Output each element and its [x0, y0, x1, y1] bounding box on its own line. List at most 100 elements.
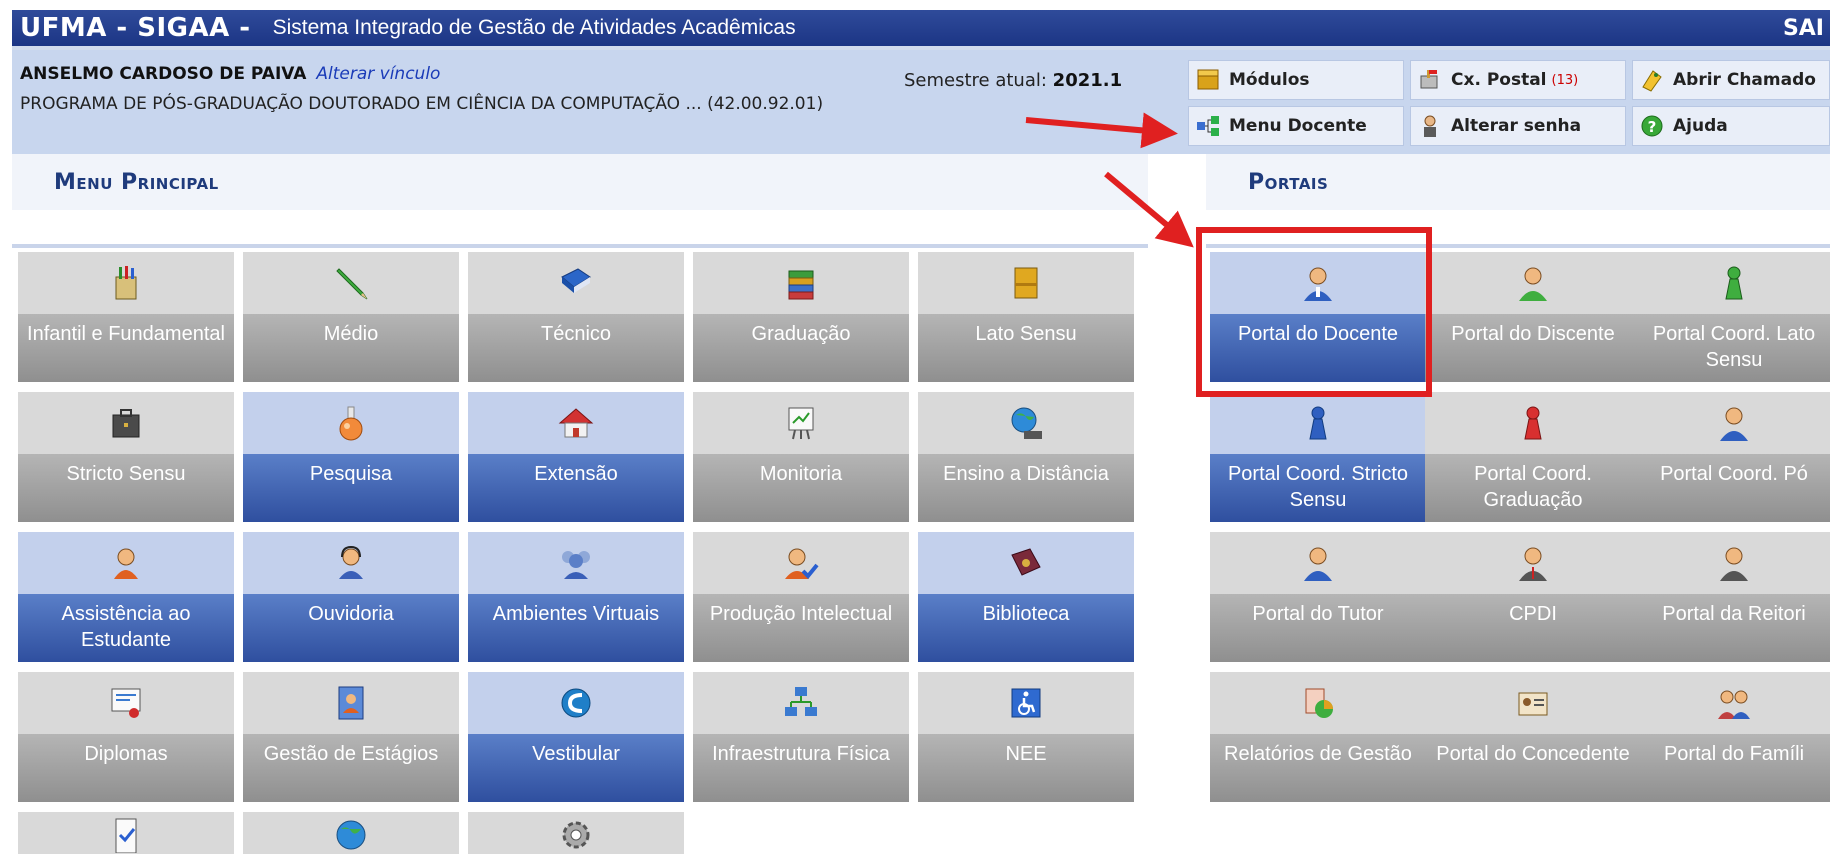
gear-icon: [562, 821, 590, 849]
tile-portal-relatorios[interactable]: Relatórios de Gestão: [1210, 672, 1426, 802]
user-name-line: ANSELMO CARDOSO DE PAIVA Alterar vínculo: [20, 64, 440, 84]
tile-pesquisa[interactable]: Pesquisa: [243, 392, 459, 522]
tile-portal-familia[interactable]: Portal do Famíli: [1638, 672, 1830, 802]
tile-portal-reitoria-label: Portal da Reitori: [1638, 594, 1830, 662]
tile-vestibular[interactable]: Vestibular: [468, 672, 684, 802]
tile-portal-coord-lato[interactable]: Portal Coord. Lato Sensu: [1638, 252, 1830, 382]
document-check-icon: [115, 818, 137, 853]
tile-portal-coord-stricto[interactable]: Portal Coord. Stricto Sensu: [1210, 392, 1426, 522]
tile-portal-familia-label: Portal do Famíli: [1638, 734, 1830, 802]
user-check-icon: [785, 548, 819, 579]
logout-link[interactable]: SAI: [1783, 10, 1830, 41]
tile-lato[interactable]: Lato Sensu: [918, 252, 1134, 382]
user-support-icon: [114, 548, 138, 579]
tile-infantil[interactable]: Infantil e Fundamental: [18, 252, 234, 382]
tile-estagios[interactable]: Gestão de Estágios: [243, 672, 459, 802]
pawn-blue-icon: [1309, 406, 1327, 440]
cx-postal-button[interactable]: Cx. Postal (13): [1410, 60, 1626, 100]
tile-monitoria-label: Monitoria: [693, 454, 909, 522]
tile-biblioteca[interactable]: Biblioteca: [918, 532, 1134, 662]
pawn-green-icon: [1725, 266, 1743, 300]
tile-ambientes[interactable]: Ambientes Virtuais: [468, 532, 684, 662]
tile-portal-tutor-label: Portal do Tutor: [1210, 594, 1426, 662]
reports-icon: [1305, 688, 1333, 718]
tile-infra-label: Infraestrutura Física: [693, 734, 909, 802]
tile-row5-1[interactable]: [18, 812, 234, 854]
user-info-panel: ANSELMO CARDOSO DE PAIVA Alterar vínculo…: [12, 50, 1172, 154]
ajuda-button[interactable]: ? Ajuda: [1632, 106, 1830, 146]
tile-portal-relatorios-label: Relatórios de Gestão: [1210, 734, 1426, 802]
tile-portal-coord-pos[interactable]: Portal Coord. Pó: [1638, 392, 1830, 522]
tile-diplomas[interactable]: Diplomas: [18, 672, 234, 802]
alterar-senha-button[interactable]: Alterar senha: [1410, 106, 1626, 146]
system-subtitle: Sistema Integrado de Gestão de Atividade…: [272, 16, 796, 39]
tile-lato-label: Lato Sensu: [918, 314, 1134, 382]
mail-count-badge: (13): [1551, 72, 1579, 88]
tile-monitoria[interactable]: Monitoria: [693, 392, 909, 522]
change-link[interactable]: Alterar vínculo: [316, 64, 440, 84]
tile-portal-discente-label: Portal do Discente: [1425, 314, 1641, 382]
globe-icon: [336, 820, 366, 850]
tile-portal-coord-grad[interactable]: Portal Coord. Graduação: [1425, 392, 1641, 522]
modulos-button[interactable]: Módulos: [1188, 60, 1404, 100]
tile-estagios-label: Gestão de Estágios: [243, 734, 459, 802]
tutor-icon: [1304, 547, 1332, 581]
menu-divider: [12, 244, 1148, 248]
accessibility-icon: [1011, 688, 1041, 718]
tile-infra[interactable]: Infraestrutura Física: [693, 672, 909, 802]
tile-nee[interactable]: NEE: [918, 672, 1134, 802]
tile-portal-coord-grad-label: Portal Coord. Graduação: [1425, 454, 1641, 522]
notebook-icon: [1014, 267, 1038, 299]
semester-value: 2021.1: [1052, 70, 1123, 91]
tile-infantil-label: Infantil e Fundamental: [18, 314, 234, 382]
brand-title: UFMA - SIGAA -: [20, 13, 251, 43]
tile-portal-cpdi[interactable]: CPDI: [1425, 532, 1641, 662]
presentation-board-icon: [788, 407, 814, 440]
contact-book-icon: [338, 686, 364, 720]
tile-row5-2[interactable]: [243, 812, 459, 854]
pawn-red-icon: [1524, 406, 1542, 440]
id-card-icon: [1518, 692, 1548, 716]
tile-portal-coord-pos-label: Portal Coord. Pó: [1638, 454, 1830, 522]
tile-portal-reitoria[interactable]: Portal da Reitori: [1638, 532, 1830, 662]
highlight-box: [1196, 227, 1432, 397]
tile-portal-discente[interactable]: Portal do Discente: [1425, 252, 1641, 382]
help-icon: ?: [1641, 115, 1663, 137]
tile-portal-coord-stricto-label: Portal Coord. Stricto Sensu: [1210, 454, 1426, 522]
briefcase-icon: [112, 409, 140, 438]
tile-assistencia[interactable]: Assistência ao Estudante: [18, 532, 234, 662]
tile-tecnico[interactable]: Técnico: [468, 252, 684, 382]
svg-text:?: ?: [1648, 118, 1657, 136]
user-icon: [1720, 407, 1748, 441]
tile-ouvidoria[interactable]: Ouvidoria: [243, 532, 459, 662]
modulos-label: Módulos: [1229, 70, 1310, 90]
tile-portal-tutor[interactable]: Portal do Tutor: [1210, 532, 1426, 662]
tile-stricto-label: Stricto Sensu: [18, 454, 234, 522]
abrir-chamado-label: Abrir Chamado: [1673, 70, 1816, 90]
headset-user-icon: [339, 545, 363, 579]
tile-portal-coord-lato-label: Portal Coord. Lato Sensu: [1638, 314, 1830, 382]
flask-icon: [339, 406, 363, 441]
tile-ead[interactable]: Ensino a Distância: [918, 392, 1134, 522]
tile-stricto[interactable]: Stricto Sensu: [18, 392, 234, 522]
menu-principal-title: Menu Principal: [54, 170, 219, 195]
tile-portal-concedente[interactable]: Portal do Concedente: [1425, 672, 1641, 802]
tile-medio[interactable]: Médio: [243, 252, 459, 382]
tile-ambientes-label: Ambientes Virtuais: [468, 594, 684, 662]
books-stack-icon: [788, 270, 814, 300]
menu-docente-button[interactable]: Menu Docente: [1188, 106, 1404, 146]
family-icon: [1718, 690, 1750, 719]
book-icon: [561, 268, 591, 293]
network-computers-icon: [785, 687, 817, 716]
tile-extensao[interactable]: Extensão: [468, 392, 684, 522]
tile-graduacao[interactable]: Graduação: [693, 252, 909, 382]
tile-producao[interactable]: Produção Intelectual: [693, 532, 909, 662]
tile-vestibular-label: Vestibular: [468, 734, 684, 802]
abrir-chamado-button[interactable]: Abrir Chamado: [1632, 60, 1830, 100]
portais-title: Portais: [1248, 170, 1329, 195]
tile-row5-3[interactable]: [468, 812, 684, 854]
cx-postal-label: Cx. Postal: [1451, 70, 1547, 90]
group-icon: [562, 551, 590, 579]
tile-portal-cpdi-label: CPDI: [1425, 594, 1641, 662]
top-bar: UFMA - SIGAA - Sistema Integrado de Gest…: [12, 10, 1830, 46]
